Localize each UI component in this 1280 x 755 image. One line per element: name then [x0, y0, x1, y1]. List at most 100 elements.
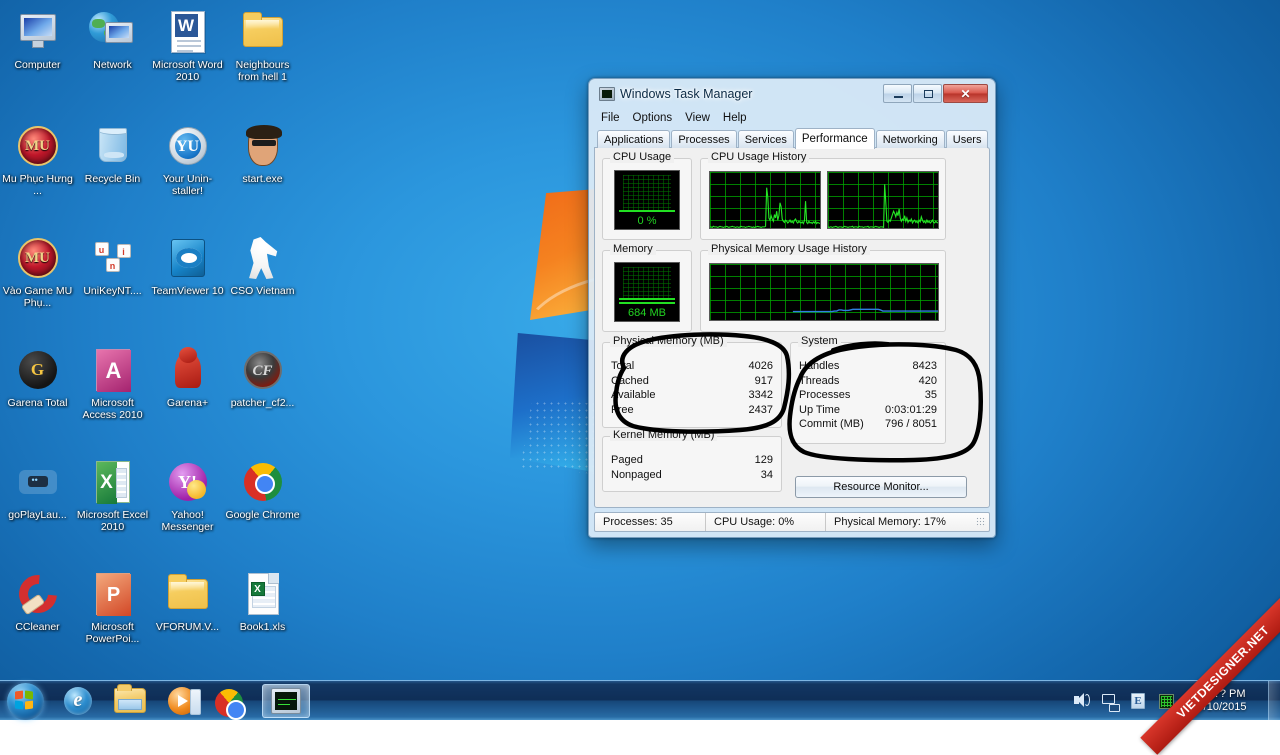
physical-memory-history-graph — [709, 263, 939, 321]
stat-row: Up Time0:03:01:29 — [799, 403, 937, 418]
cpu-usage-group: CPU Usage 0 % — [602, 158, 692, 240]
volume-icon[interactable] — [1071, 690, 1093, 712]
stat-row: Commit (MB)796 / 8051 — [799, 417, 937, 432]
desktop-icon-yahoo-messenger[interactable]: Y! Yahoo! Messenger — [150, 458, 225, 533]
taskbar-item-task-manager[interactable] — [262, 684, 310, 718]
stat-value: 420 — [919, 374, 937, 389]
desktop-icon-unikeynt[interactable]: uin UniKeyNT.... — [75, 234, 150, 297]
desktop-icon-neighbours-from-hell-1[interactable]: Neighbours from hell 1 — [225, 8, 300, 83]
yahoo-messenger-icon: Y! — [164, 458, 212, 506]
desktop-icon-computer[interactable]: Computer — [0, 8, 75, 71]
desktop-icon-label: Computer — [0, 59, 75, 71]
task-manager-window[interactable]: Windows Task Manager ✕ File Options View… — [588, 78, 996, 538]
desktop-icon-garena-plus[interactable]: Garena+ — [150, 346, 225, 409]
desktop-icon-google-chrome[interactable]: Google Chrome — [225, 458, 300, 521]
menu-item-options[interactable]: Options — [633, 112, 673, 124]
menu-item-file[interactable]: File — [601, 112, 620, 124]
close-button[interactable]: ✕ — [943, 84, 988, 103]
taskbar-item-google-chrome[interactable] — [210, 684, 258, 718]
taskbar-item-windows-explorer[interactable] — [106, 684, 154, 718]
desktop-icon-cso-vietnam[interactable]: CSO Vietnam — [225, 234, 300, 297]
desktop-icon-label: Microsoft Word 2010 — [150, 59, 225, 83]
desktop-icon-start-exe[interactable]: start.exe — [225, 122, 300, 185]
tab-processes[interactable]: Processes — [671, 130, 736, 148]
cso-vietnam-icon — [239, 234, 287, 282]
cpu-usage-history-legend: CPU Usage History — [708, 151, 809, 163]
taskbar-item-windows-media-player[interactable] — [158, 684, 206, 718]
cpu-usage-gauge: 0 % — [614, 170, 680, 230]
desktop-icon-mu-phuc-hung[interactable]: MU Mu Phục Hưng ... — [0, 122, 75, 197]
desktop-icon-goplaylauncher[interactable]: •• goPlayLau... — [0, 458, 75, 521]
desktop-icon-vao-game-mu-phu[interactable]: MU Vào Game MU Phụ... — [0, 234, 75, 309]
stat-row: Cached917 — [611, 374, 773, 389]
desktop-icon-label: Microsoft PowerPoi... — [75, 621, 150, 645]
desktop-icon-book1-xls[interactable]: X Book1.xls — [225, 570, 300, 633]
desktop-icon-label: Mu Phục Hưng ... — [0, 173, 75, 197]
physical-memory-stats: Total4026 Cached917 Available3342 Free24… — [611, 359, 773, 417]
stat-value: 4026 — [749, 359, 773, 374]
kernel-memory-legend: Kernel Memory (MB) — [610, 429, 717, 441]
stat-key: Available — [611, 388, 655, 403]
tab-networking[interactable]: Networking — [876, 130, 945, 148]
physical-memory-history-legend: Physical Memory Usage History — [708, 243, 870, 255]
start-exe-icon — [239, 122, 287, 170]
desktop-icon-microsoft-powerpoint[interactable]: P Microsoft PowerPoi... — [75, 570, 150, 645]
desktop-icon-ccleaner[interactable]: CCleaner — [0, 570, 75, 633]
desktop-icon-label: Microsoft Access 2010 — [75, 397, 150, 421]
cpu-usage-value: 0 % — [615, 215, 679, 227]
show-desktop-button[interactable] — [1268, 681, 1280, 720]
resource-monitor-button[interactable]: Resource Monitor... — [795, 476, 967, 498]
taskbar-item-internet-explorer[interactable] — [54, 684, 102, 718]
desktop-icon-label: Google Chrome — [225, 509, 300, 521]
unikey-icon[interactable] — [1127, 690, 1149, 712]
menu-item-view[interactable]: View — [685, 112, 710, 124]
desktop-icon-label: Yahoo! Messenger — [150, 509, 225, 533]
desktop-icon-garena-total[interactable]: G Garena Total — [0, 346, 75, 409]
performance-panel: CPU Usage 0 % CPU Usage History — [594, 147, 990, 508]
stat-key: Handles — [799, 359, 839, 374]
excel-file-icon: X — [239, 570, 287, 618]
stat-row: Available3342 — [611, 388, 773, 403]
tab-applications[interactable]: Applications — [597, 130, 670, 148]
desktop-icon-label: Neighbours from hell 1 — [225, 59, 300, 83]
start-button[interactable] — [4, 682, 50, 720]
resize-grip[interactable] — [976, 517, 986, 527]
status-physical-memory: Physical Memory: 17% — [825, 513, 954, 531]
desktop-icon-microsoft-excel-2010[interactable]: X Microsoft Excel 2010 — [75, 458, 150, 533]
teamviewer-icon: ↔ — [164, 234, 212, 282]
mu-game-icon: MU — [14, 234, 62, 282]
stat-row: Nonpaged34 — [611, 468, 773, 483]
network-icon[interactable] — [1099, 690, 1121, 712]
folder-icon — [239, 8, 287, 56]
stat-value: 129 — [755, 453, 773, 468]
tab-services[interactable]: Services — [738, 130, 794, 148]
chrome-icon — [239, 458, 287, 506]
desktop-icon-microsoft-word-2010[interactable]: W Microsoft Word 2010 — [150, 8, 225, 83]
garena-plus-icon — [164, 346, 212, 394]
desktop-icon-label: Vào Game MU Phụ... — [0, 285, 75, 309]
desktop-icon-patcher-cf2[interactable]: CF patcher_cf2... — [225, 346, 300, 409]
desktop-icon-label: CCleaner — [0, 621, 75, 633]
menu-item-help[interactable]: Help — [723, 112, 747, 124]
window-controls: ✕ — [883, 84, 988, 103]
titlebar[interactable]: Windows Task Manager ✕ — [594, 83, 990, 109]
tab-performance[interactable]: Performance — [795, 128, 875, 149]
crossfire-icon: CF — [239, 346, 287, 394]
goplay-launcher-icon: •• — [14, 458, 62, 506]
desktop-icon-label: TeamViewer 10 — [150, 285, 225, 297]
task-manager-icon — [599, 87, 615, 101]
stat-row: Free2437 — [611, 403, 773, 418]
desktop-icon-your-uninstaller[interactable]: YU Your Unin-staller! — [150, 122, 225, 197]
minimize-button[interactable] — [883, 84, 912, 103]
maximize-button[interactable] — [913, 84, 942, 103]
folder-icon — [164, 570, 212, 618]
desktop-icon-network[interactable]: Network — [75, 8, 150, 71]
desktop-icon-recycle-bin[interactable]: Recycle Bin — [75, 122, 150, 185]
desktop-icon-teamviewer-10[interactable]: ↔ TeamViewer 10 — [150, 234, 225, 297]
physical-memory-group: Physical Memory (MB) Total4026 Cached917… — [602, 342, 782, 428]
your-uninstaller-icon: YU — [164, 122, 212, 170]
taskbar[interactable]: 2?:?? PM ?/10/2015 — [0, 680, 1280, 720]
desktop-icon-vforum[interactable]: VFORUM.V... — [150, 570, 225, 633]
tab-users[interactable]: Users — [946, 130, 989, 148]
desktop-icon-microsoft-access-2010[interactable]: A Microsoft Access 2010 — [75, 346, 150, 421]
